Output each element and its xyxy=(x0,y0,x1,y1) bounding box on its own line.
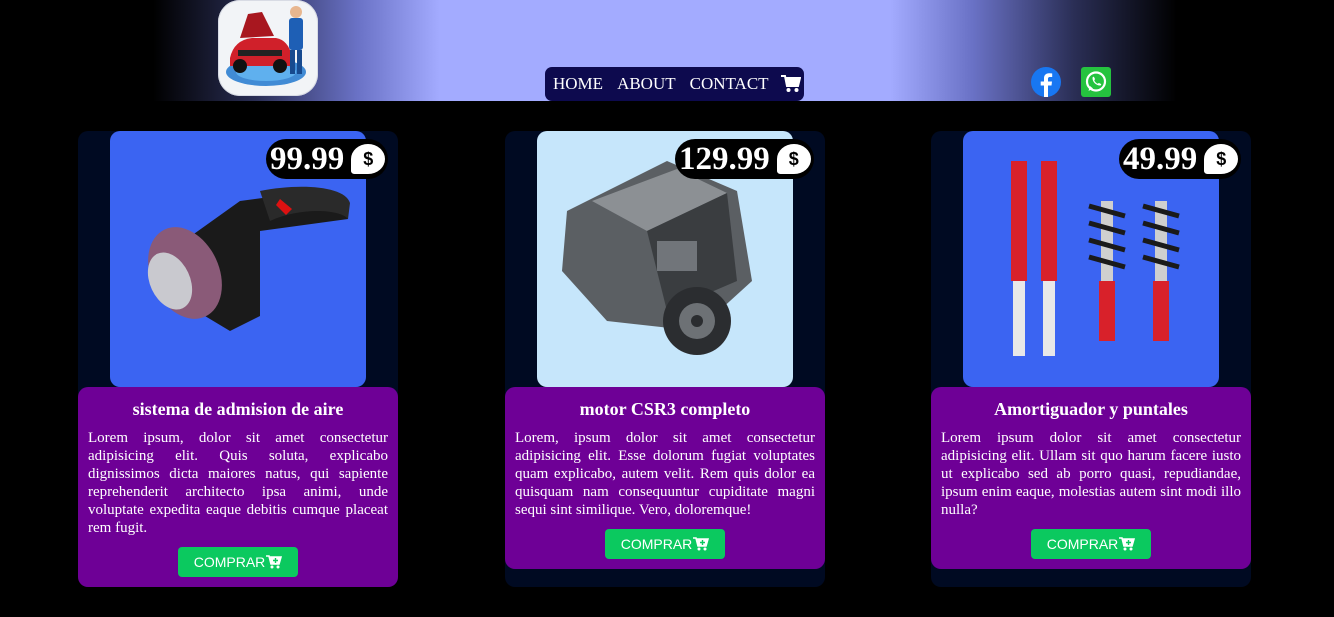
nav-contact[interactable]: CONTACT xyxy=(690,74,769,94)
site-logo[interactable] xyxy=(218,0,318,96)
buy-button[interactable]: COMPRAR xyxy=(605,529,725,559)
buy-button[interactable]: COMPRAR xyxy=(178,547,298,577)
whatsapp-icon[interactable] xyxy=(1081,67,1111,97)
price-amount: 129.99 xyxy=(679,141,770,177)
product-card: 129.99 $ motor CSR3 completo Lorem, ipsu… xyxy=(505,131,825,587)
buy-button-label: COMPRAR xyxy=(620,536,693,552)
product-description: Lorem, ipsum dolor sit amet consectetur … xyxy=(515,430,815,518)
product-title: motor CSR3 completo xyxy=(579,399,751,419)
main-nav: HOME ABOUT CONTACT xyxy=(545,67,804,101)
nav-home[interactable]: HOME xyxy=(553,74,603,94)
facebook-icon[interactable] xyxy=(1031,67,1061,97)
price-tag: 129.99 $ xyxy=(675,139,814,179)
product-card: 99.99 $ sistema de admision de aire Lore… xyxy=(78,131,398,587)
buy-button-label: COMPRAR xyxy=(193,554,266,570)
price-tag: 49.99 $ xyxy=(1119,139,1242,179)
product-info: motor CSR3 completo Lorem, ipsum dolor s… xyxy=(505,387,825,569)
cart-plus-icon xyxy=(266,555,283,569)
mechanic-logo-icon xyxy=(226,6,306,86)
product-card: 49.99 $ Amortiguador y puntales Lorem ip… xyxy=(931,131,1251,587)
product-info: Amortiguador y puntales Lorem ipsum dolo… xyxy=(931,387,1251,569)
product-description: Lorem ipsum, dolor sit amet consectetur … xyxy=(88,430,388,536)
product-info: sistema de admision de aire Lorem ipsum,… xyxy=(78,387,398,587)
cart-plus-icon xyxy=(693,537,710,551)
price-tag: 99.99 $ xyxy=(266,139,389,179)
shopping-cart-icon[interactable] xyxy=(780,75,801,93)
buy-button[interactable]: COMPRAR xyxy=(1031,529,1151,559)
product-description: Lorem ipsum dolor sit amet consectetur a… xyxy=(941,430,1241,518)
dollar-icon: $ xyxy=(351,144,386,174)
nav-about[interactable]: ABOUT xyxy=(617,74,676,94)
buy-button-label: COMPRAR xyxy=(1046,536,1119,552)
price-amount: 49.99 xyxy=(1123,141,1198,177)
cart-plus-icon xyxy=(1119,537,1136,551)
product-title: sistema de admision de aire xyxy=(132,399,344,419)
dollar-icon: $ xyxy=(776,144,811,174)
dollar-icon: $ xyxy=(1204,144,1239,174)
price-amount: 99.99 xyxy=(270,141,345,177)
product-title: Amortiguador y puntales xyxy=(994,399,1188,419)
